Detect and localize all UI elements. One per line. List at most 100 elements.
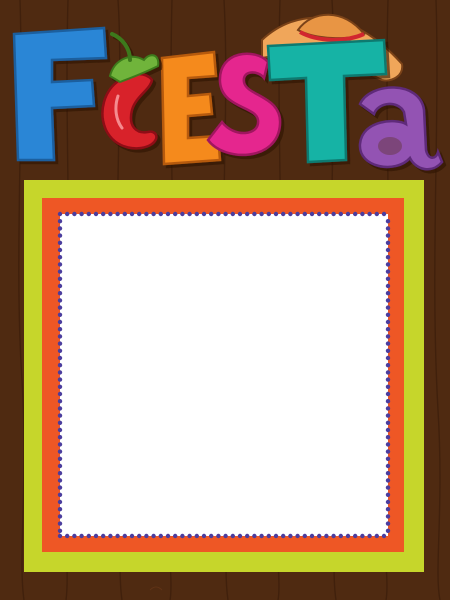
border-dot [353, 533, 358, 539]
border-dot [57, 442, 63, 447]
border-dot [57, 391, 63, 397]
border-dot [57, 413, 63, 418]
border-dot [273, 533, 279, 539]
border-dot [57, 507, 63, 512]
border-dot [385, 233, 391, 238]
border-dot [338, 211, 343, 217]
border-dot [385, 442, 391, 447]
border-dot [72, 533, 77, 539]
border-dot [259, 533, 264, 539]
border-dot [180, 211, 185, 217]
border-dot [137, 533, 142, 539]
border-dot [385, 456, 391, 461]
border-dot [194, 533, 199, 539]
border-dot [367, 533, 372, 539]
border-dot [57, 327, 63, 332]
border-dot [57, 269, 63, 274]
border-dot [57, 377, 63, 382]
border-dot [345, 533, 351, 539]
border-dot [324, 533, 329, 539]
border-dot [216, 211, 221, 217]
border-dot [230, 533, 235, 539]
border-dot [385, 463, 391, 469]
border-dot [302, 533, 307, 539]
border-dot [115, 533, 120, 539]
border-dot [57, 298, 63, 303]
border-dot [385, 384, 391, 389]
border-dot [201, 533, 207, 539]
border-dot [309, 533, 315, 539]
border-dot [137, 211, 142, 217]
border-dot [173, 211, 178, 217]
border-dot [385, 305, 391, 310]
border-dot [65, 211, 70, 217]
border-dot [317, 533, 322, 539]
border-dot [72, 211, 77, 217]
border-dot [385, 255, 391, 260]
border-dot [385, 427, 391, 433]
border-dot [385, 319, 391, 325]
border-dot [385, 240, 391, 245]
poster-canvas [0, 0, 450, 600]
border-dot [57, 435, 63, 440]
border-dot [57, 471, 63, 476]
border-dot [385, 327, 391, 332]
border-dot [252, 533, 257, 539]
border-dot [385, 514, 391, 519]
border-dot [187, 533, 192, 539]
border-dot [385, 334, 391, 339]
border-dot [385, 363, 391, 368]
border-dot [57, 341, 63, 346]
border-dot [57, 406, 63, 411]
border-dot [57, 399, 63, 404]
border-dot [187, 211, 192, 217]
border-dot [57, 499, 63, 505]
border-dot [57, 492, 63, 497]
border-dot [144, 211, 149, 217]
border-dot [385, 355, 391, 361]
border-dot [245, 211, 250, 217]
border-dot [57, 514, 63, 519]
border-dot [385, 341, 391, 346]
border-dot [129, 211, 135, 217]
border-dot [385, 377, 391, 382]
border-dot [338, 533, 343, 539]
border-dot [158, 211, 163, 217]
border-dot [385, 478, 391, 483]
border-dot [57, 463, 63, 469]
border-dot [223, 533, 228, 539]
border-dot [108, 211, 113, 217]
border-dot [385, 499, 391, 505]
border-dot [385, 485, 391, 490]
border-dot [180, 533, 185, 539]
border-dot [381, 211, 387, 217]
border-dot [273, 211, 279, 217]
border-dot [158, 533, 163, 539]
border-dot [374, 211, 379, 217]
border-dot [57, 319, 63, 325]
border-dot [57, 247, 63, 253]
border-dot [57, 291, 63, 296]
border-dot [385, 269, 391, 274]
border-dot [360, 211, 365, 217]
border-dot [385, 291, 391, 296]
border-dot [57, 283, 63, 289]
border-dot [331, 211, 336, 217]
border-dot [385, 413, 391, 418]
border-dot [385, 226, 391, 231]
fiesta-poster [0, 0, 450, 600]
border-dot [57, 533, 63, 539]
border-dot [374, 533, 379, 539]
border-dot [367, 211, 372, 217]
border-dot [281, 533, 286, 539]
border-dot [201, 211, 207, 217]
border-dot [331, 533, 336, 539]
border-dot [209, 533, 214, 539]
border-dot [317, 211, 322, 217]
border-dot [385, 276, 391, 281]
border-dot [245, 533, 250, 539]
border-dot [385, 521, 391, 526]
border-dot [237, 211, 243, 217]
border-dot [309, 211, 315, 217]
border-dot [57, 420, 63, 425]
